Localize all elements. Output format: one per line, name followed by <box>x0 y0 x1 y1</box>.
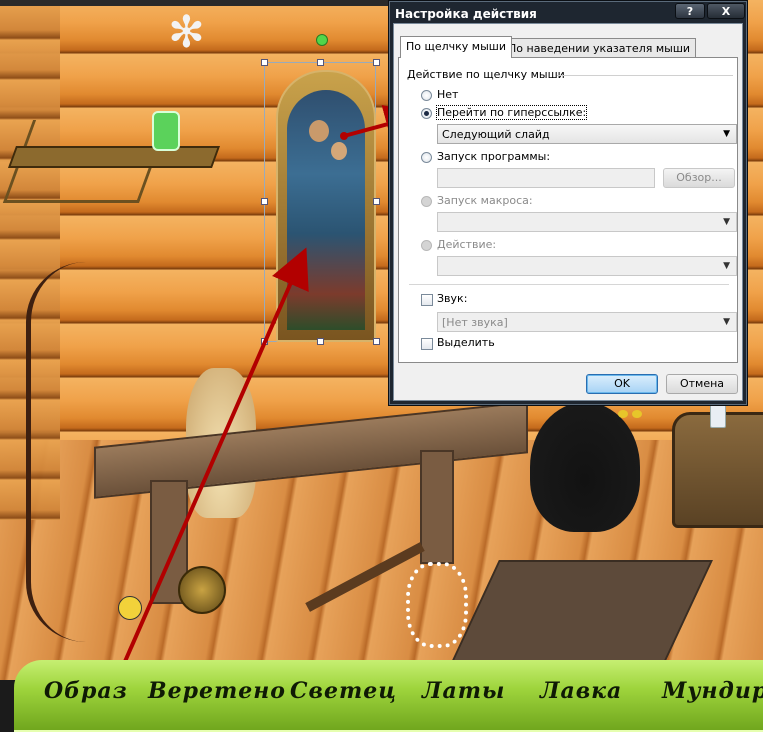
browse-button[interactable]: Обзор... <box>663 168 735 188</box>
arrow-origin-dot <box>340 132 348 140</box>
chevron-down-icon: ▼ <box>723 261 730 271</box>
slide-canvas[interactable]: ✻ Образ Веретено Светец Латы Лавка Мунди… <box>0 0 763 732</box>
hyperlink-dropdown-value: Следующий слайд <box>442 128 550 141</box>
chevron-down-icon: ▼ <box>723 129 730 139</box>
tab-on-click[interactable]: По щелчку мыши <box>400 36 513 58</box>
nav-item-obraz[interactable]: Образ <box>44 678 128 704</box>
chevron-down-icon: ▼ <box>723 317 730 327</box>
nav-item-laty[interactable]: Латы <box>422 678 505 704</box>
dialog-body: По щелчку мыши По наведении указателя мы… <box>393 23 743 401</box>
help-button[interactable]: ? <box>675 3 705 19</box>
tab-on-hover[interactable]: По наведении указателя мыши <box>502 38 697 58</box>
close-button[interactable]: X <box>707 3 745 19</box>
radio-run-program[interactable] <box>421 152 432 163</box>
sound-label[interactable]: Звук: <box>437 292 467 305</box>
tab-panel: Действие по щелчку мыши Нет Перейти по г… <box>398 57 738 363</box>
group-divider <box>557 75 733 76</box>
radio-none[interactable] <box>421 90 432 101</box>
highlight-label[interactable]: Выделить <box>437 336 495 349</box>
radio-run-macro-label[interactable]: Запуск макроса: <box>437 194 533 207</box>
action-settings-dialog: Настройка действия ? X По щелчку мыши По… <box>388 0 748 406</box>
dialog-title: Настройка действия <box>395 7 537 21</box>
sound-dropdown[interactable]: [Нет звука] ▼ <box>437 312 737 332</box>
sound-checkbox[interactable] <box>421 294 433 306</box>
nav-item-lavka[interactable]: Лавка <box>540 678 622 704</box>
chevron-down-icon: ▼ <box>723 217 730 227</box>
group-title: Действие по щелчку мыши <box>407 68 565 81</box>
nav-item-svetec[interactable]: Светец <box>290 678 397 704</box>
cancel-button[interactable]: Отмена <box>666 374 738 394</box>
radio-hyperlink-label[interactable]: Перейти по гиперссылке: <box>435 105 588 120</box>
ok-button[interactable]: OK <box>586 374 658 394</box>
nav-item-mundir[interactable]: Мундир <box>662 678 763 704</box>
arrow-object-to-icon <box>114 247 309 683</box>
program-path-input[interactable] <box>437 168 655 188</box>
radio-action-label[interactable]: Действие: <box>437 238 496 251</box>
radio-action[interactable] <box>421 240 432 251</box>
section-divider <box>409 284 729 285</box>
radio-hyperlink[interactable] <box>421 108 432 119</box>
sound-dropdown-value: [Нет звука] <box>442 316 508 329</box>
radio-run-macro[interactable] <box>421 196 432 207</box>
highlight-checkbox[interactable] <box>421 338 433 350</box>
action-dropdown[interactable]: ▼ <box>437 256 737 276</box>
macro-dropdown[interactable]: ▼ <box>437 212 737 232</box>
hyperlink-dropdown[interactable]: Следующий слайд ▼ <box>437 124 737 144</box>
nav-item-vereteno[interactable]: Веретено <box>148 678 286 704</box>
radio-none-label[interactable]: Нет <box>437 88 458 101</box>
radio-run-program-label[interactable]: Запуск программы: <box>437 150 550 163</box>
